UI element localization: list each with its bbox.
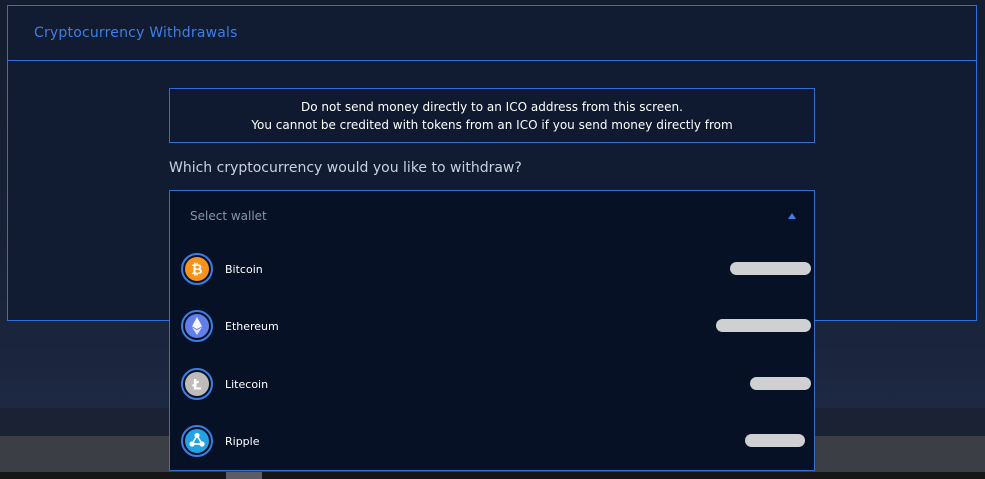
wallet-option-label: Bitcoin	[225, 262, 263, 276]
ethereum-icon	[181, 310, 213, 342]
notice-line-2: You cannot be credited with tokens from …	[251, 117, 733, 132]
wallet-option-ethereum[interactable]: Ethereum	[170, 306, 814, 346]
wallet-option-label: Ethereum	[225, 319, 279, 333]
bitcoin-icon: ₿	[181, 253, 213, 285]
redacted-balance	[716, 319, 811, 332]
wallet-option-litecoin[interactable]: Ł Litecoin	[170, 364, 814, 404]
wallet-select[interactable]: Select wallet	[169, 190, 815, 241]
wallet-option-ripple[interactable]: Ripple	[170, 421, 814, 461]
wallet-option-bitcoin[interactable]: ₿ Bitcoin	[170, 249, 814, 289]
ripple-icon	[181, 425, 213, 457]
wallet-select-placeholder: Select wallet	[190, 208, 267, 223]
wallet-dropdown-list: ₿ Bitcoin Ethereum Ł Litecoin Ripple	[169, 240, 815, 471]
wallet-option-label: Ripple	[225, 434, 260, 448]
redacted-balance	[730, 262, 811, 275]
footer-strip	[0, 472, 985, 479]
svg-text:Ł: Ł	[192, 378, 202, 394]
litecoin-icon: Ł	[181, 368, 213, 400]
caret-up-icon[interactable]	[788, 212, 796, 219]
notice-line-1: Do not send money directly to an ICO add…	[301, 99, 683, 114]
card-title: Cryptocurrency Withdrawals	[34, 25, 238, 41]
redacted-balance	[750, 377, 811, 390]
card-header: Cryptocurrency Withdrawals	[8, 6, 976, 61]
svg-text:₿: ₿	[191, 262, 202, 278]
footer-tab[interactable]	[226, 472, 262, 479]
withdraw-question-label: Which cryptocurrency would you like to w…	[169, 160, 522, 176]
ico-warning-notice: Do not send money directly to an ICO add…	[169, 88, 815, 143]
redacted-balance	[745, 434, 805, 447]
wallet-option-label: Litecoin	[225, 377, 269, 391]
